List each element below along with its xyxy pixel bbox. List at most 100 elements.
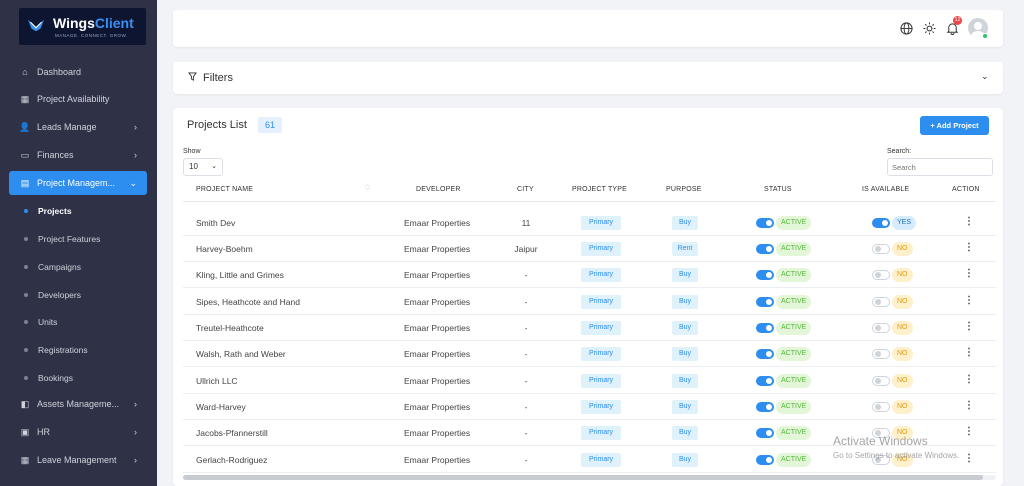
availability-badge: NO	[892, 374, 913, 388]
project-name[interactable]: Ullrich LLC	[196, 376, 238, 386]
project-name[interactable]: Walsh, Rath and Weber	[196, 349, 286, 359]
more-actions-icon[interactable]: ⋮	[964, 400, 974, 411]
chevron-down-icon[interactable]: ⌄	[981, 71, 989, 82]
col-developer[interactable]: DEVELOPER	[416, 186, 461, 193]
sidebar-item-leave-management[interactable]: ▦ Leave Management ›	[9, 448, 147, 472]
availability-badge: NO	[892, 242, 913, 256]
developer-name: Emaar Properties	[404, 455, 471, 465]
horizontal-scrollbar[interactable]	[183, 475, 996, 480]
project-name[interactable]: Treutel-Heathcote	[196, 323, 264, 333]
sun-icon[interactable]	[923, 22, 936, 35]
status-toggle[interactable]	[756, 244, 774, 254]
sidebar-item-assets-management[interactable]: ◧ Assets Manageme... ›	[9, 392, 147, 416]
sidebar-subitem-projects[interactable]: Projects	[24, 206, 72, 216]
availability-toggle[interactable]	[872, 402, 890, 412]
sidebar-item-project-management[interactable]: ▤ Project Managem... ⌄	[9, 171, 147, 195]
sort-icon[interactable]: ︿ ﹀	[365, 182, 370, 194]
sidebar-subitem-campaigns[interactable]: Campaigns	[24, 262, 81, 272]
status-toggle[interactable]	[756, 218, 774, 228]
project-name[interactable]: Ward-Harvey	[196, 402, 246, 412]
sidebar-subitem-registrations[interactable]: Registrations	[24, 345, 88, 355]
sidebar-item-finances[interactable]: ▭ Finances ›	[9, 143, 147, 167]
project-type-badge: Primary	[581, 453, 621, 467]
project-name[interactable]: Jacobs-Pfannerstill	[196, 428, 268, 438]
status-toggle[interactable]	[756, 270, 774, 280]
sidebar-item-label: HR	[37, 427, 50, 437]
availability-toggle[interactable]	[872, 323, 890, 333]
sidebar-item-label: Dashboard	[37, 67, 82, 77]
project-name[interactable]: Harvey-Boehm	[196, 244, 253, 254]
sidebar-item-dashboard[interactable]: ⌂ Dashboard	[9, 60, 147, 84]
more-actions-icon[interactable]: ⋮	[964, 242, 974, 253]
city: -	[524, 323, 528, 333]
more-actions-icon[interactable]: ⋮	[964, 426, 974, 437]
scrollbar-thumb[interactable]	[183, 475, 983, 480]
sidebar-subitem-project-features[interactable]: Project Features	[24, 234, 100, 244]
status-toggle[interactable]	[756, 455, 774, 465]
availability-toggle[interactable]	[872, 270, 890, 280]
project-type-badge: Primary	[581, 295, 621, 309]
brand-name: WingsClient	[53, 15, 134, 31]
availability-toggle[interactable]	[872, 244, 890, 254]
more-actions-icon[interactable]: ⋮	[964, 216, 974, 227]
table-row: Walsh, Rath and Weber Emaar Properties - Pr…	[183, 341, 996, 367]
status-toggle[interactable]	[756, 428, 774, 438]
more-actions-icon[interactable]: ⋮	[964, 321, 974, 332]
more-actions-icon[interactable]: ⋮	[964, 295, 974, 306]
more-actions-icon[interactable]: ⋮	[964, 374, 974, 385]
status-badge: ACTIVE	[776, 242, 812, 256]
globe-icon[interactable]	[900, 22, 913, 35]
availability-toggle[interactable]	[872, 297, 890, 307]
notification-badge: 12	[953, 16, 962, 25]
sidebar-subitem-developers[interactable]: Developers	[24, 290, 81, 300]
col-status[interactable]: STATUS	[764, 186, 792, 193]
availability-toggle[interactable]	[872, 218, 890, 228]
sidebar-item-hr[interactable]: ▣ HR ›	[9, 420, 147, 444]
more-actions-icon[interactable]: ⋮	[964, 347, 974, 358]
sidebar-subitem-label: Projects	[38, 206, 72, 216]
availability-toggle[interactable]	[872, 376, 890, 386]
row-divider	[183, 287, 996, 288]
table-row: Treutel-Heathcote Emaar Properties - Primar…	[183, 315, 996, 341]
show-label: Show	[183, 148, 201, 155]
status-toggle[interactable]	[756, 402, 774, 412]
purpose-badge: Buy	[672, 374, 698, 388]
developer-name: Emaar Properties	[404, 297, 471, 307]
col-city[interactable]: CITY	[517, 186, 534, 193]
purpose-badge: Buy	[672, 426, 698, 440]
status-toggle[interactable]	[756, 376, 774, 386]
status-toggle[interactable]	[756, 349, 774, 359]
developer-name: Emaar Properties	[404, 323, 471, 333]
row-divider	[183, 472, 996, 473]
purpose-badge: Rent	[672, 242, 698, 256]
purpose-badge: Buy	[672, 347, 698, 361]
assets-icon: ◧	[20, 398, 30, 409]
chevron-right-icon: ›	[134, 122, 137, 132]
filters-panel[interactable]	[173, 62, 1003, 94]
sidebar-subitem-bookings[interactable]: Bookings	[24, 373, 73, 383]
col-project-name[interactable]: PROJECT NAME	[196, 186, 253, 193]
search-input[interactable]	[887, 158, 993, 176]
project-name[interactable]: Kling, Little and Grimes	[196, 270, 284, 280]
sidebar-subitem-label: Developers	[38, 290, 81, 300]
page-size-select[interactable]: 10 ⌄	[183, 158, 223, 176]
availability-toggle[interactable]	[872, 349, 890, 359]
status-toggle[interactable]	[756, 323, 774, 333]
status-toggle[interactable]	[756, 297, 774, 307]
more-actions-icon[interactable]: ⋮	[964, 268, 974, 279]
sidebar-item-leads-manage[interactable]: 👤 Leads Manage ›	[9, 115, 147, 139]
page-size-value: 10	[189, 162, 198, 171]
add-project-button[interactable]: + Add Project	[920, 116, 989, 135]
project-name[interactable]: Smith Dev	[196, 218, 235, 228]
bullet-icon	[24, 376, 28, 380]
col-project-type[interactable]: PROJECT TYPE	[572, 186, 627, 193]
sidebar-item-project-availability[interactable]: ▦ Project Availability	[9, 87, 147, 111]
city: -	[524, 376, 528, 386]
brand-logo[interactable]: WingsClient MANAGE. CONNECT. GROW.	[19, 8, 146, 45]
col-purpose[interactable]: PURPOSE	[666, 186, 702, 193]
project-name[interactable]: Sipes, Heathcote and Hand	[196, 297, 300, 307]
project-name[interactable]: Gerlach-Rodriguez	[196, 455, 267, 465]
col-is-available[interactable]: IS AVAILABLE	[862, 186, 909, 193]
more-actions-icon[interactable]: ⋮	[964, 453, 974, 464]
sidebar-subitem-units[interactable]: Units	[24, 317, 57, 327]
